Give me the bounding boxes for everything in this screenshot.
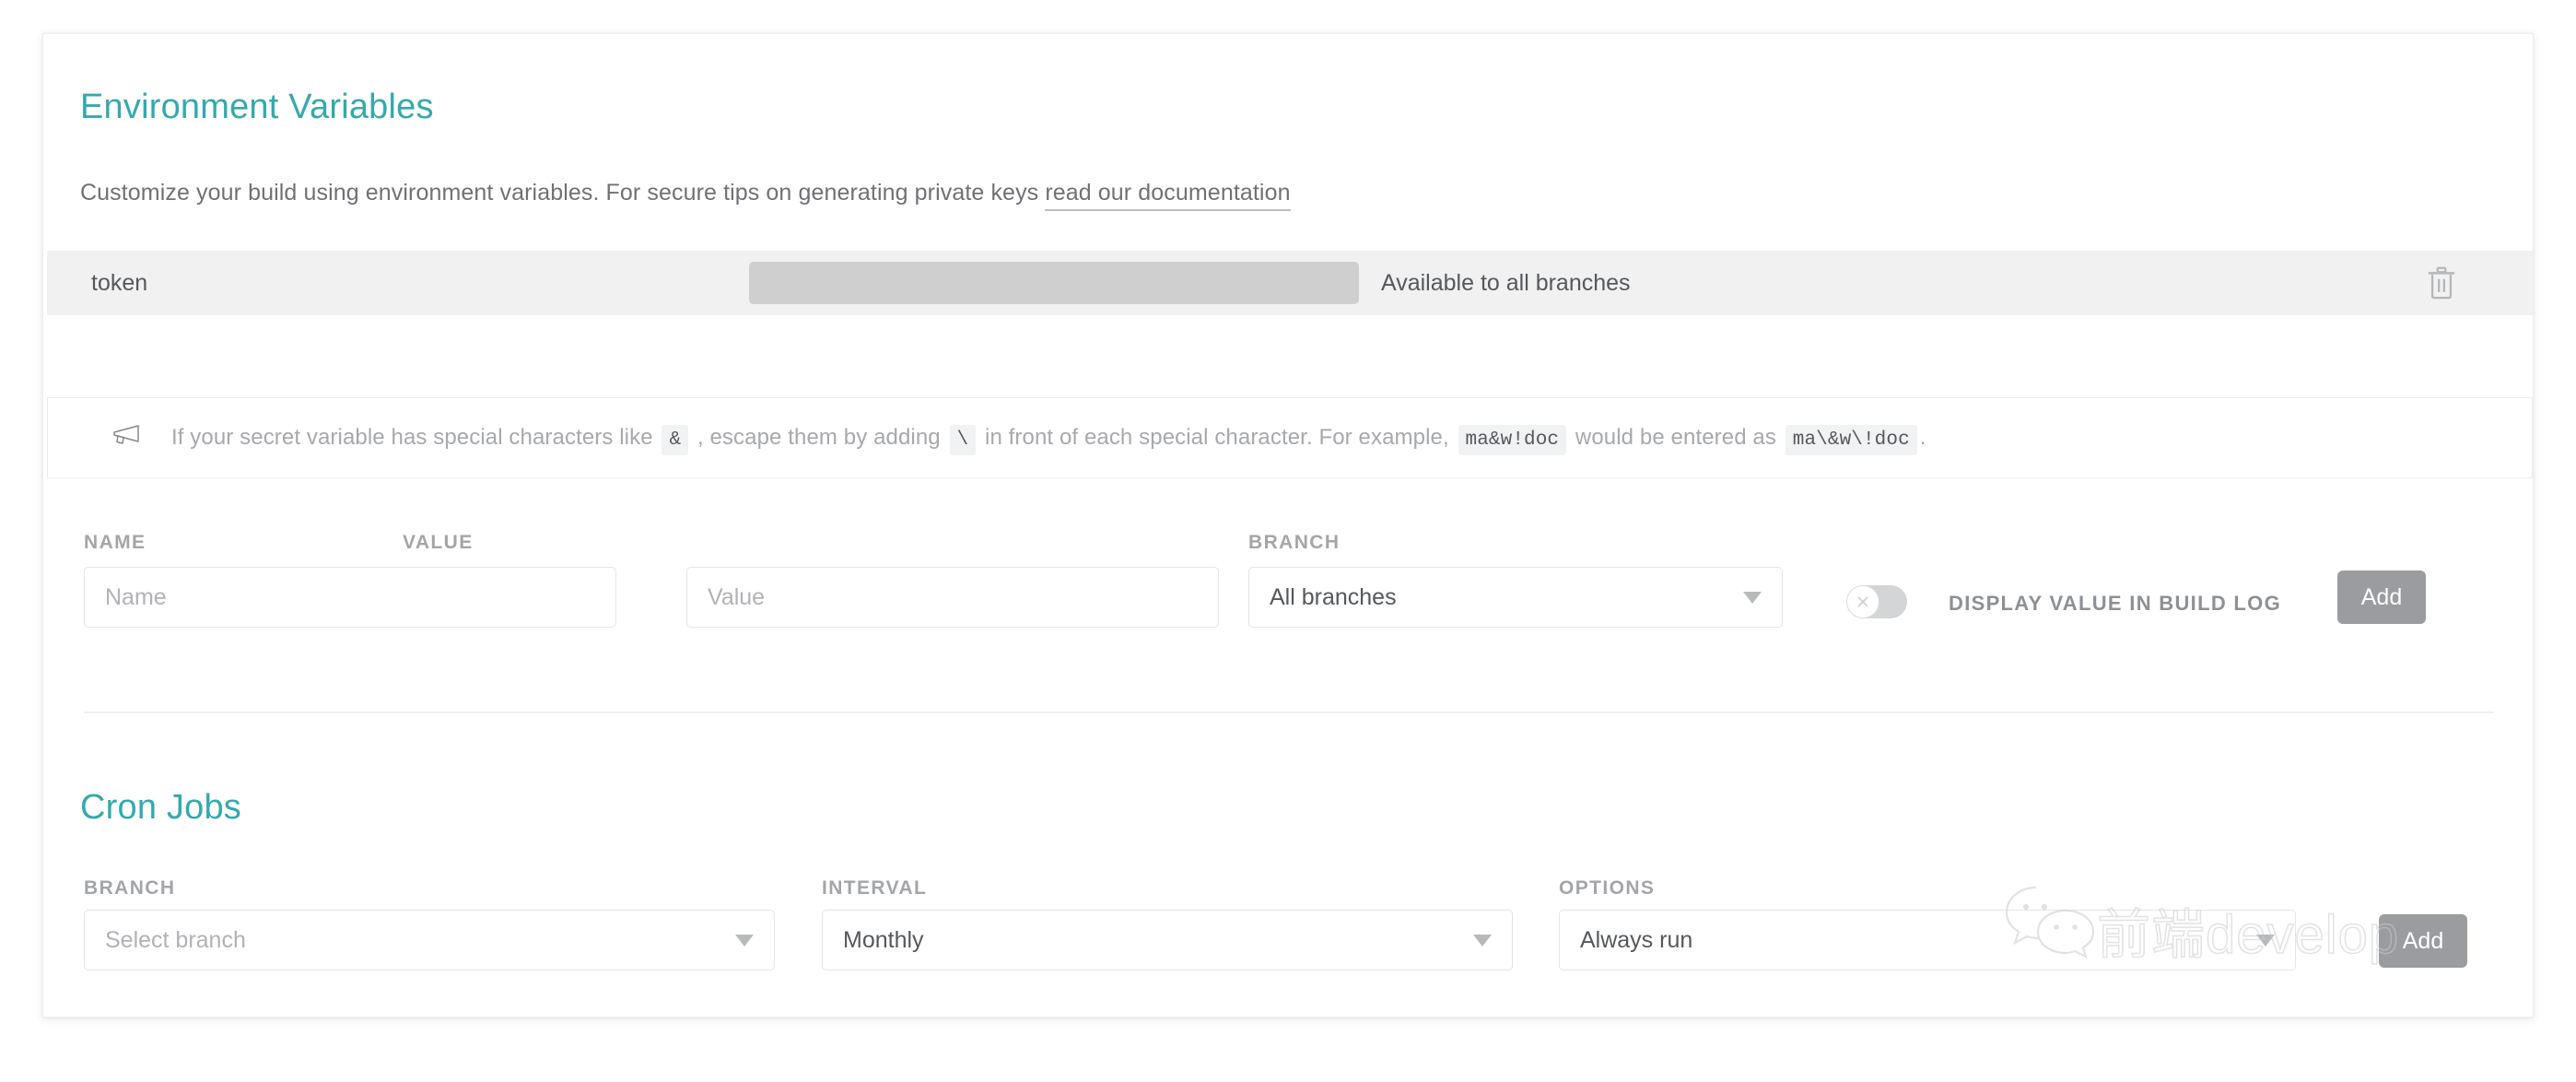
- tip-part5: .: [1920, 425, 1926, 450]
- tip-code-backslash: \: [950, 425, 977, 455]
- chevron-down-icon: [1743, 592, 1762, 604]
- name-field-label: NAME: [84, 532, 146, 554]
- tip-text: If your secret variable has special char…: [171, 425, 1926, 451]
- cron-options-select-value: Always run: [1580, 927, 2245, 954]
- value-field-label: VALUE: [403, 532, 474, 554]
- tip-part3: in front of each special character. For …: [985, 425, 1449, 450]
- special-characters-tip: If your secret variable has special char…: [47, 397, 2533, 478]
- cron-branch-select-value: Select branch: [105, 927, 724, 954]
- read-our-documentation-link[interactable]: read our documentation: [1045, 180, 1290, 211]
- branch-select-value: All branches: [1270, 584, 1732, 611]
- cron-branch-select[interactable]: Select branch: [84, 910, 775, 970]
- cron-options-label: OPTIONS: [1559, 877, 1655, 900]
- chevron-down-icon: [2256, 935, 2275, 947]
- add-cron-job-button[interactable]: Add: [2379, 914, 2467, 968]
- cron-options-select[interactable]: Always run: [1559, 910, 2296, 970]
- cron-interval-label: INTERVAL: [822, 877, 927, 900]
- tip-part1: If your secret variable has special char…: [171, 425, 653, 450]
- variable-name: token: [91, 270, 147, 297]
- display-value-toggle[interactable]: [1846, 585, 1907, 618]
- tip-code-ampersand: &: [662, 425, 688, 455]
- close-icon: [1847, 586, 1879, 617]
- environment-variable-row: token Available to all branches: [47, 251, 2533, 315]
- value-input[interactable]: [686, 567, 1219, 628]
- megaphone-icon: [111, 424, 144, 452]
- description-text: Customize your build using environment v…: [80, 180, 1045, 206]
- variable-scope: Available to all branches: [1381, 270, 1631, 297]
- settings-card: Environment Variables Customize your bui…: [42, 33, 2534, 1017]
- branch-select[interactable]: All branches: [1248, 567, 1783, 628]
- variable-masked-value: [749, 262, 1359, 304]
- tip-part2: , escape them by adding: [697, 425, 941, 450]
- cron-jobs-heading: Cron Jobs: [80, 788, 241, 828]
- toggle-knob: [1846, 585, 1879, 618]
- name-input[interactable]: [84, 567, 616, 628]
- page-root: Environment Variables Customize your bui…: [0, 0, 2576, 1082]
- tip-part4: would be entered as: [1575, 425, 1776, 450]
- environment-variables-description: Customize your build using environment v…: [80, 180, 1291, 206]
- display-value-toggle-label: DISPLAY VALUE IN BUILD LOG: [1949, 592, 2281, 616]
- chevron-down-icon: [735, 935, 754, 947]
- tip-code-example-raw: ma&w!doc: [1458, 425, 1567, 455]
- cron-interval-select[interactable]: Monthly: [822, 910, 1513, 970]
- branch-field-label: BRANCH: [1248, 532, 1340, 554]
- environment-variables-heading: Environment Variables: [80, 88, 434, 127]
- cron-interval-select-value: Monthly: [843, 927, 1462, 954]
- tip-code-example-escaped: ma\&w\!doc: [1786, 425, 1917, 455]
- chevron-down-icon: [1473, 935, 1492, 947]
- section-divider: [84, 712, 2494, 713]
- trash-icon[interactable]: [2426, 265, 2457, 300]
- cron-branch-label: BRANCH: [84, 877, 175, 900]
- add-environment-variable-button[interactable]: Add: [2337, 570, 2426, 624]
